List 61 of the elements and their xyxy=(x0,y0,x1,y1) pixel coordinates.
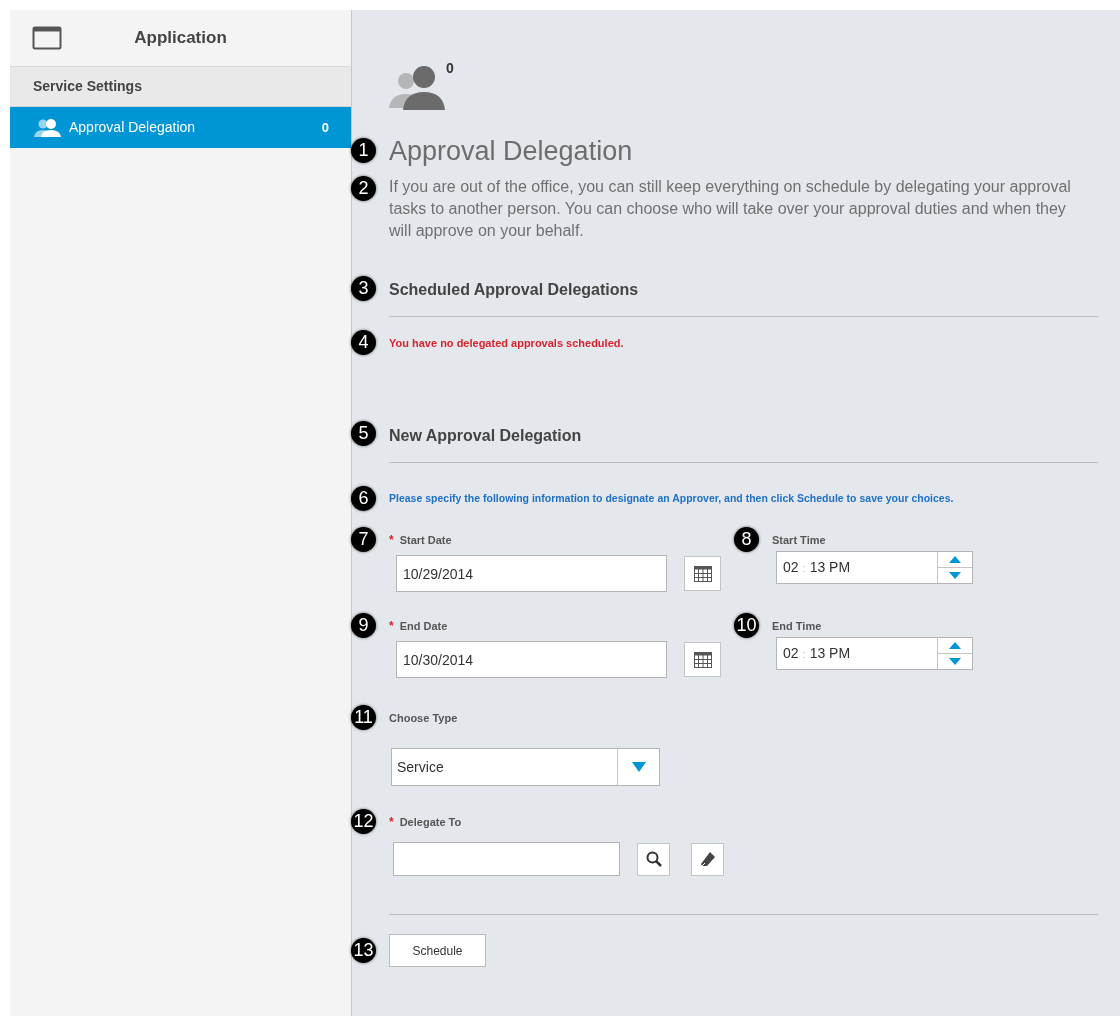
time-text: 13 PM xyxy=(809,644,851,664)
down-triangle-icon xyxy=(949,572,961,580)
field-label: End Date xyxy=(399,619,448,634)
callout-number: 10 xyxy=(734,613,759,639)
field-label: End Time xyxy=(772,619,822,634)
callout-number: 8 xyxy=(734,527,759,553)
clear-button[interactable] xyxy=(691,842,724,876)
dropdown-arrow-icon xyxy=(631,762,646,773)
item-count: 0 xyxy=(321,118,329,137)
callout-number: 11 xyxy=(351,705,376,731)
required-asterisk: * xyxy=(389,814,394,832)
time-text: : xyxy=(802,560,806,576)
time-field[interactable]: 02 : 13 PM xyxy=(776,637,973,671)
required-asterisk: * xyxy=(389,532,394,550)
search-button[interactable] xyxy=(637,842,670,876)
description-text: If you are out of the office, you can still keep everything on schedule by delegating your approval tasks to another person. You can choose who will take over your approval duties and when they will approve on your behalf. xyxy=(389,177,1072,241)
time-field[interactable]: 02 : 13 PM xyxy=(776,551,973,585)
type-dropdown[interactable]: Service xyxy=(391,748,660,787)
section-heading: New Approval Delegation xyxy=(389,425,583,446)
field-label: Choose Type xyxy=(389,711,458,726)
time-text: 02 xyxy=(783,644,799,664)
schedule-button[interactable]: Schedule xyxy=(389,934,486,968)
callout-number: 6 xyxy=(351,485,376,511)
empty-message: You have no delegated approvals scheduled. xyxy=(389,336,625,351)
sidebar-title: Application xyxy=(133,27,228,50)
field-label: Start Date xyxy=(399,533,452,548)
callout-number: 13 xyxy=(351,938,376,964)
callout-number: 12 xyxy=(351,809,376,835)
callout-number: 2 xyxy=(351,176,376,201)
eraser-icon xyxy=(699,851,716,868)
window-icon xyxy=(32,26,62,50)
page-title: Approval Delegation xyxy=(389,135,634,168)
required-asterisk: * xyxy=(389,618,394,636)
section-heading: Service Settings xyxy=(33,77,142,96)
field-label: Start Time xyxy=(772,533,826,548)
date-field[interactable]: 10/29/2014 xyxy=(396,555,667,593)
calendar-icon xyxy=(693,651,712,668)
field-label: Delegate To xyxy=(399,815,462,830)
calendar-button[interactable] xyxy=(684,642,721,678)
instruction-text: Please specify the following information to designate an Approver, and then click Schedule to save your choices. xyxy=(389,490,955,506)
callout-number: 4 xyxy=(351,330,376,355)
callout-number: 9 xyxy=(351,613,376,639)
date-field[interactable]: 10/30/2014 xyxy=(396,641,667,679)
calendar-button[interactable] xyxy=(684,556,721,592)
time-text: 02 xyxy=(783,558,799,578)
up-triangle-icon xyxy=(949,556,961,564)
callout-number: 3 xyxy=(351,276,376,301)
people-icon xyxy=(33,117,63,138)
delegate-field[interactable] xyxy=(393,842,620,877)
callout-number: 5 xyxy=(351,420,376,446)
down-triangle-icon xyxy=(949,658,961,666)
search-icon xyxy=(645,851,662,868)
callout-number: 7 xyxy=(351,527,376,553)
people-icon xyxy=(389,64,445,110)
time-text: : xyxy=(802,646,806,662)
section-heading: Scheduled Approval Delegations xyxy=(389,280,640,300)
callout-number: 1 xyxy=(351,138,376,163)
up-triangle-icon xyxy=(949,642,961,650)
count-label: 0 xyxy=(446,59,454,78)
time-text: 13 PM xyxy=(809,558,851,578)
calendar-icon xyxy=(693,565,712,582)
